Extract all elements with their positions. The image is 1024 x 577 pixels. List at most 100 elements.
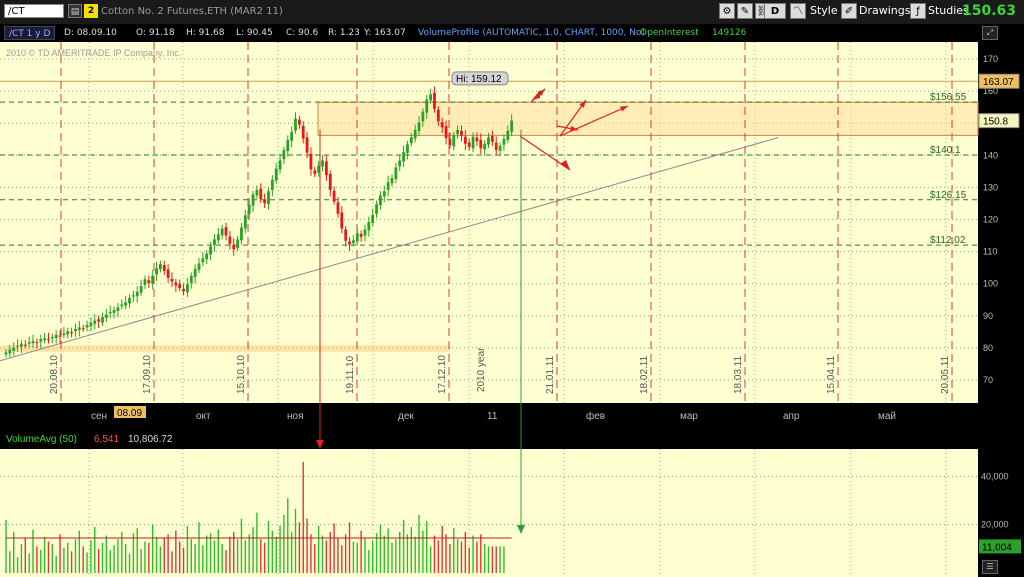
candle-body (70, 332, 74, 334)
expiry-date-label: 20.08.10 (49, 355, 60, 394)
candle-body (101, 317, 104, 323)
candle-body (494, 142, 498, 150)
copyright-watermark: 2010 © TD AMERITRADE IP Company, Inc. (6, 48, 181, 58)
value-area-zone (317, 101, 979, 136)
volume-study-label[interactable]: VolumeAvg (50) (6, 434, 77, 445)
open-interest-label[interactable]: OpenInterest (636, 26, 703, 40)
candle-body (440, 122, 444, 128)
candle-body (147, 280, 151, 284)
current-volume-label: 11,004 (982, 542, 1012, 553)
candle-body (143, 279, 147, 285)
candle-body (108, 311, 112, 314)
drawings-menu[interactable]: Drawings (859, 4, 910, 17)
expiry-date-label: 19.11.10 (345, 355, 356, 394)
candle-body (467, 142, 471, 148)
price-tick-label: 70 (983, 375, 993, 385)
candle-body (236, 239, 239, 249)
candle-body (436, 109, 440, 122)
crosshair-icon[interactable]: ✎ (737, 3, 753, 19)
candle-body (402, 152, 405, 162)
candle-body (62, 333, 66, 336)
volume-study-value-1: 6,541 (94, 434, 119, 445)
candle-body (166, 269, 170, 278)
candle-body (290, 131, 294, 141)
candle-body (463, 136, 467, 144)
candle-body (186, 284, 189, 293)
candle-body (16, 345, 19, 347)
expiry-date-label: 21.01.11 (545, 355, 556, 394)
expiry-date-label: 18.02.11 (639, 355, 650, 394)
period-label[interactable]: /CT 1 y D (4, 26, 56, 40)
volume-axis-background (978, 449, 1024, 577)
price-tick-label: 130 (983, 182, 998, 192)
volume-study-value-2: 10,806.72 (128, 434, 173, 445)
candle-body (386, 182, 390, 190)
candle-body (382, 191, 386, 197)
candle-body (54, 334, 58, 338)
price-level-label: $112.02 (930, 235, 966, 246)
candle-body (390, 178, 394, 184)
price-tick-label: 90 (983, 311, 993, 321)
expiry-date-label: 17.12.10 (437, 355, 448, 394)
volume-profile-zone (0, 345, 450, 352)
candle-body (232, 244, 236, 250)
candle-body (348, 241, 351, 245)
candle-body (193, 268, 197, 277)
candle-body (23, 344, 27, 346)
candle-body (97, 319, 101, 322)
settings-icon[interactable]: ⚙ (719, 3, 735, 19)
price-tick-label: 120 (983, 215, 998, 225)
candle-body (224, 227, 228, 236)
close-readout: C: 90.6 (286, 28, 319, 38)
candle-body (425, 99, 429, 113)
candle-body (151, 275, 155, 285)
candle-body (81, 328, 85, 330)
candle-body (282, 150, 286, 160)
candle-body (135, 291, 139, 297)
candle-body (20, 343, 23, 347)
candle-body (479, 139, 483, 149)
link-badge[interactable]: 2 (84, 4, 98, 18)
month-label: дек (398, 411, 414, 422)
candle-body (47, 339, 50, 341)
month-label: окт (196, 411, 211, 422)
candle-body (286, 139, 290, 152)
candle-body (355, 232, 359, 242)
candle-body (375, 204, 378, 214)
price-chart[interactable]: 2010 © TD AMERITRADE IP Company, Inc. $1… (0, 42, 1024, 577)
price-tick-label: 110 (983, 247, 997, 257)
candle-body (294, 118, 297, 131)
candle-body (313, 170, 317, 174)
price-tick-label: 100 (983, 279, 998, 289)
candle-body (116, 307, 120, 311)
candle-body (274, 168, 278, 181)
candle-body (240, 227, 243, 241)
candle-body (452, 135, 456, 147)
candle-body (228, 236, 232, 244)
drawings-icon[interactable]: ✐ (841, 3, 857, 19)
candle-body (85, 325, 89, 328)
symbol-lookup-icon[interactable]: ▤ (68, 4, 82, 18)
candle-body (43, 338, 46, 341)
candle-body (159, 264, 162, 270)
candle-body (417, 122, 421, 131)
candle-body (205, 253, 209, 260)
candle-body (66, 331, 70, 335)
style-icon[interactable]: 〽 (790, 3, 806, 19)
volume-profile-label[interactable]: VolumeProfile (AUTOMATIC, 1.0, CHART, 10… (414, 26, 649, 40)
candle-body (263, 199, 267, 204)
expand-icon[interactable]: ⤢ (982, 26, 998, 40)
aggregation-button[interactable]: D (764, 3, 786, 19)
year-label: 2010 year (476, 347, 487, 392)
symbol-input[interactable]: /CT (4, 4, 64, 18)
high-readout: H: 91.68 (186, 28, 225, 38)
candle-body (27, 342, 31, 344)
symbol-description: Cotton No. 2 Futures,ETH (MAR2 11) (101, 6, 283, 17)
candle-body (162, 265, 166, 271)
studies-icon[interactable]: ƒ (910, 3, 926, 19)
month-label: сен (91, 411, 107, 422)
style-menu[interactable]: Style (810, 4, 838, 17)
price-tick-label: 140 (983, 150, 998, 160)
expiry-date-label: 15.04.11 (826, 355, 837, 394)
pane-menu-icon[interactable]: ☰ (982, 560, 998, 574)
